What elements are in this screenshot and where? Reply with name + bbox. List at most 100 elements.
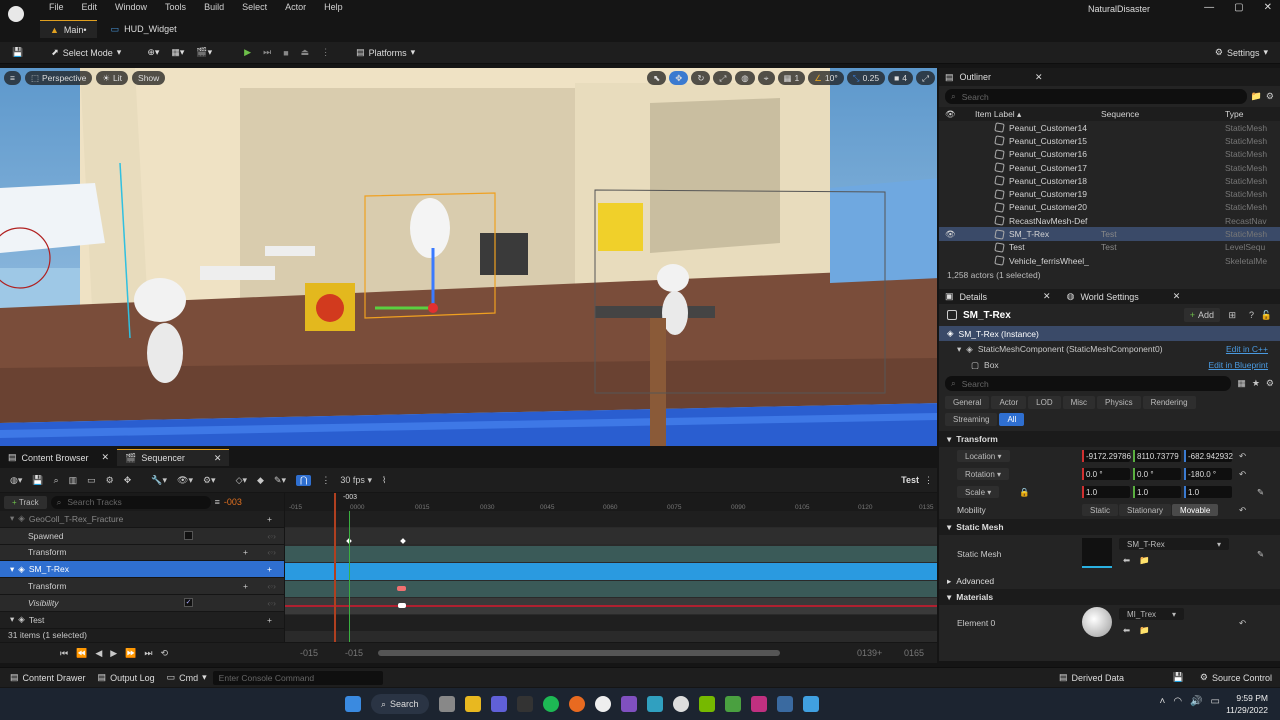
stop-icon[interactable]: ■ xyxy=(277,44,294,62)
output-log-button[interactable]: ▤ Output Log xyxy=(92,669,161,687)
key-icon[interactable]: ◇▾ xyxy=(236,475,247,486)
show-button[interactable]: Show xyxy=(132,71,166,85)
key-nav-icon[interactable]: ‹◦› xyxy=(267,547,276,557)
edit-icon[interactable]: ✎ xyxy=(1257,549,1264,560)
maximize-viewport-icon[interactable]: ⤢ xyxy=(916,71,935,85)
scale-dropdown[interactable]: Scale ▾ xyxy=(957,486,1000,498)
box-component-row[interactable]: ▢ Box Edit in Blueprint xyxy=(939,357,1280,373)
camera-speed-button[interactable]: ■ 4 xyxy=(888,71,913,85)
minimize-icon[interactable]: — xyxy=(1204,2,1214,13)
visibility-eye-icon[interactable]: 👁 xyxy=(945,229,956,240)
rotation-x-field[interactable]: 0.0 ° xyxy=(1082,468,1130,480)
settings-button[interactable]: ⚙ Settings ▾ xyxy=(1209,44,1274,62)
reset-icon[interactable]: ↶ xyxy=(1239,451,1246,462)
rotate-tool-icon[interactable]: ↻ xyxy=(691,71,711,85)
fps-dropdown[interactable]: 30 fps ▾ xyxy=(340,475,372,486)
cat-physics[interactable]: Physics xyxy=(1097,396,1141,409)
app-icon[interactable] xyxy=(646,696,663,712)
eject-icon[interactable]: ⏏ xyxy=(295,44,316,62)
edit-icon[interactable]: ✎ xyxy=(1257,487,1264,498)
working-range-end[interactable]: 0165 xyxy=(904,648,924,658)
list-item[interactable]: Peanut_Customer20 StaticMesh xyxy=(939,201,1280,214)
keyframe[interactable] xyxy=(397,586,406,591)
play-icon[interactable]: ▶ xyxy=(110,648,117,659)
outliner-search-input[interactable]: ⌕ Search xyxy=(945,89,1247,104)
col-type[interactable]: Type xyxy=(1225,109,1243,119)
cat-misc[interactable]: Misc xyxy=(1062,396,1096,409)
add-icon[interactable]: + xyxy=(243,547,248,557)
select-mode-button[interactable]: ⬈ Select Mode ▾ xyxy=(45,44,127,62)
wifi-icon[interactable]: ◠ xyxy=(1173,696,1182,707)
tab-main[interactable]: ▲ Main• xyxy=(40,20,97,38)
use-selected-icon[interactable]: ⬅ xyxy=(1123,555,1130,566)
camera-icon[interactable]: ▭ xyxy=(87,475,96,486)
cat-all[interactable]: All xyxy=(999,413,1025,426)
close-icon[interactable]: ✕ xyxy=(1043,291,1051,302)
cat-general[interactable]: General xyxy=(945,396,990,409)
edit-blueprint-link[interactable]: Edit in Blueprint xyxy=(1208,360,1268,370)
teams-icon[interactable] xyxy=(490,696,507,712)
menu-tools[interactable]: Tools xyxy=(156,2,195,16)
list-item-selected[interactable]: 👁 SM_T-Rex Test StaticMesh xyxy=(939,227,1280,241)
console-input[interactable]: Enter Console Command xyxy=(212,670,383,685)
cmd-button[interactable]: ▭ Cmd ▾ xyxy=(161,669,213,687)
prev-key-icon[interactable]: ⏪ xyxy=(76,648,87,659)
use-selected-icon[interactable]: ⬅ xyxy=(1123,625,1130,636)
blueprint-button[interactable]: ▦▾ xyxy=(165,44,190,62)
list-item[interactable]: RecastNavMesh-Def RecastNav xyxy=(939,214,1280,227)
playback-icon[interactable]: ⚙▾ xyxy=(203,475,216,486)
lit-button[interactable]: ☀ Lit xyxy=(96,71,129,85)
component-instance-row[interactable]: ◈ SM_T-Rex (Instance) xyxy=(939,326,1280,341)
add-icon[interactable]: + xyxy=(267,514,272,524)
scale-z-field[interactable]: 1.0 xyxy=(1184,486,1232,498)
skip-end-icon[interactable]: ⏭ xyxy=(144,648,152,659)
track-search-input[interactable]: ⌕ Search Tracks xyxy=(50,495,211,509)
viewport-options-button[interactable]: ≡ xyxy=(4,71,21,85)
translate-tool-icon[interactable]: ✥ xyxy=(669,71,689,85)
location-y-field[interactable]: 8110.73779 xyxy=(1133,450,1181,462)
save-icon[interactable]: 💾 xyxy=(32,475,43,486)
find-icon[interactable]: ⌕ xyxy=(54,475,59,486)
start-marker[interactable] xyxy=(349,511,350,642)
blueprint-icon[interactable]: ⊞ xyxy=(1228,310,1236,321)
cat-streaming[interactable]: Streaming xyxy=(945,413,998,426)
actor-name[interactable]: SM_T-Rex xyxy=(963,310,1011,321)
location-z-field[interactable]: -682.942932 xyxy=(1184,450,1233,462)
reset-icon[interactable]: ↶ xyxy=(1239,469,1246,480)
rotation-z-field[interactable]: -180.0 ° xyxy=(1184,468,1232,480)
lock-camera-icon[interactable]: ⚙ xyxy=(106,475,114,486)
add-component-button[interactable]: + Add xyxy=(1183,308,1220,322)
view-range-end[interactable]: 0139+ xyxy=(857,648,882,658)
skip-start-icon[interactable]: ⏮ xyxy=(60,648,68,659)
scale-x-field[interactable]: 1.0 xyxy=(1082,486,1130,498)
edit-cpp-link[interactable]: Edit in C++ xyxy=(1226,344,1268,354)
menu-file[interactable]: File xyxy=(40,2,73,16)
list-item[interactable]: Peanut_Customer17 StaticMesh xyxy=(939,161,1280,174)
list-item[interactable]: Peanut_Customer15 StaticMesh xyxy=(939,134,1280,147)
rotation-dropdown[interactable]: Rotation ▾ xyxy=(957,468,1010,480)
surface-snap-icon[interactable]: ⌖ xyxy=(757,71,775,85)
track-row[interactable]: ▾ ◈ GeoColl_T-Rex_Fracture + xyxy=(0,511,284,528)
step-forward-icon[interactable]: ⏩ xyxy=(125,648,136,659)
add-actor-button[interactable]: ⊕▾ xyxy=(141,44,165,62)
checkbox-checked[interactable]: ✓ xyxy=(184,598,193,608)
auto-key-icon[interactable]: ◆ xyxy=(257,475,264,486)
explorer-icon[interactable] xyxy=(464,696,481,712)
menu-window[interactable]: Window xyxy=(106,2,156,16)
derived-data-button[interactable]: ▤ Derived Data xyxy=(1053,669,1130,687)
tab-sequencer[interactable]: 🎬 Sequencer ✕ xyxy=(117,449,230,466)
source-control-button[interactable]: ⚙ Source Control xyxy=(1194,669,1278,687)
perspective-button[interactable]: ⬚ Perspective xyxy=(24,71,93,85)
more-icon[interactable]: ⋮ xyxy=(321,475,330,486)
checkbox[interactable] xyxy=(184,531,193,541)
curve-editor-icon[interactable]: ⌇ xyxy=(382,475,386,486)
playhead[interactable] xyxy=(334,493,336,642)
current-frame[interactable]: -003 xyxy=(224,497,242,507)
save-icon[interactable]: 💾 xyxy=(1167,669,1190,687)
timeline-scrollbar[interactable] xyxy=(378,650,780,656)
cat-actor[interactable]: Actor xyxy=(991,396,1027,409)
timeline-area[interactable]: -015 0000 0015 0030 0045 0060 0075 0090 … xyxy=(285,493,937,642)
component-row[interactable]: ▾ ◈ StaticMeshComponent (StaticMeshCompone… xyxy=(939,341,1280,357)
materials-section[interactable]: ▾ Materials xyxy=(939,589,1280,605)
more-icon[interactable]: ⋮ xyxy=(315,44,336,62)
